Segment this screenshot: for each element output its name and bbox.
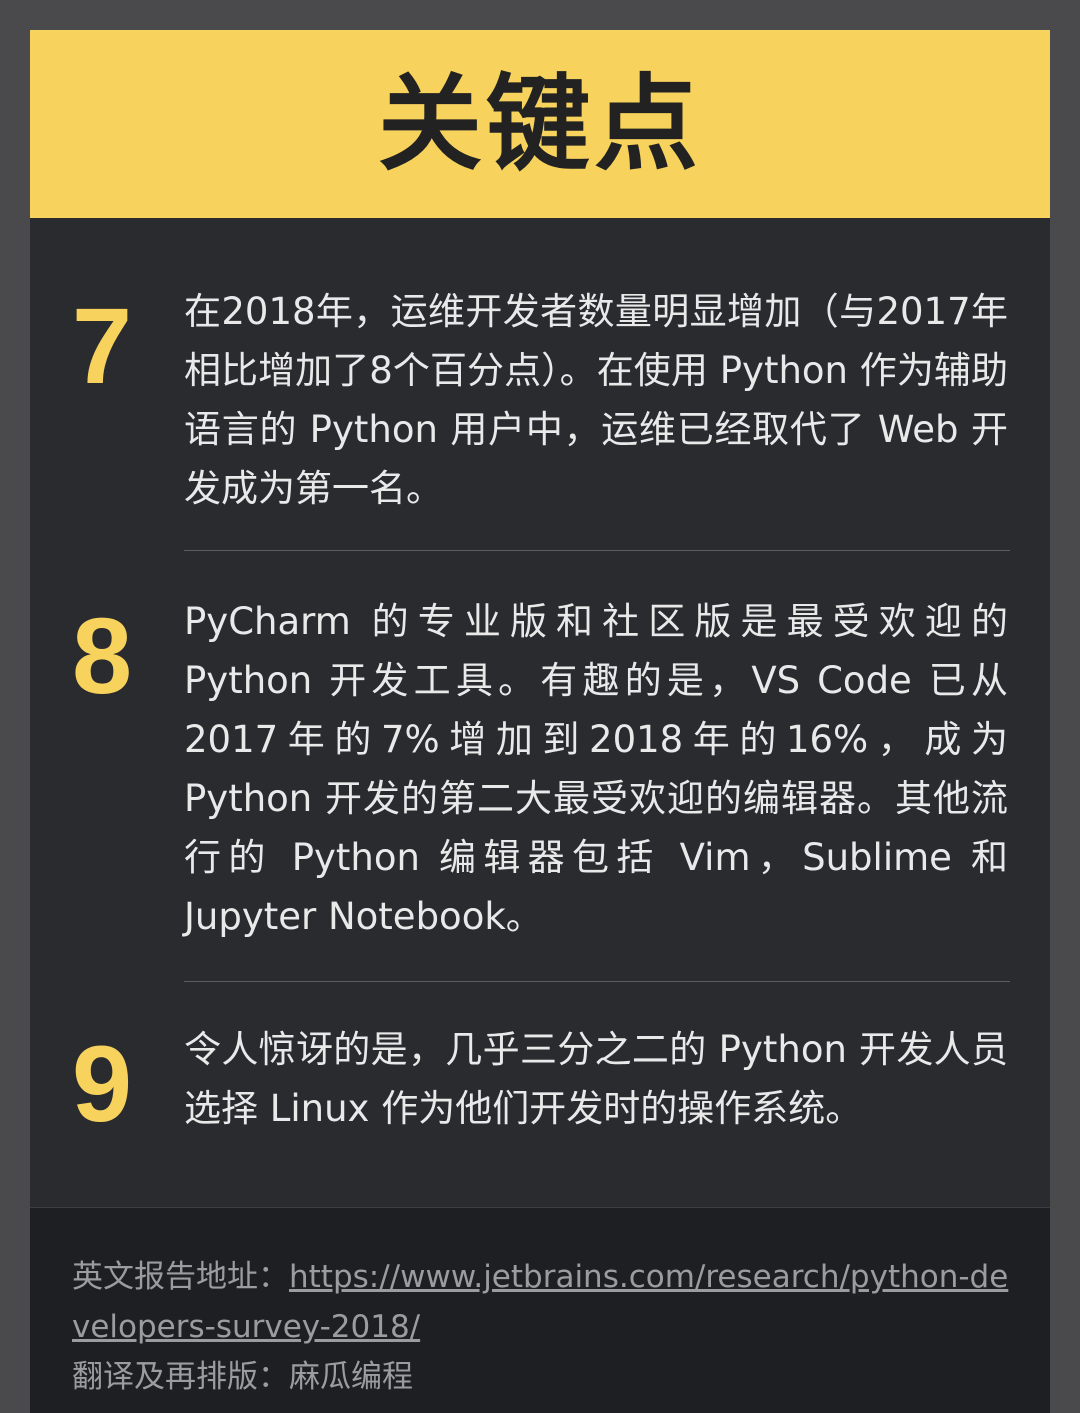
report-label: 英文报告地址：: [72, 1259, 289, 1295]
translation-credit: 翻译及再排版：麻瓜编程: [72, 1359, 413, 1395]
key-point-text: 令人惊讶的是，几乎三分之二的 Python 开发人员选择 Linux 作为他们开…: [184, 1028, 1008, 1130]
header-banner: 关键点: [30, 30, 1050, 218]
key-point-text: 在2018年，运维开发者数量明显增加（与2017年相比增加了8个百分点）。在使用…: [184, 290, 1008, 510]
divider: [184, 981, 1010, 982]
page-title: 关键点: [377, 63, 702, 185]
key-point-number: 9: [72, 1023, 133, 1144]
footer-info: 英文报告地址：https://www.jetbrains.com/researc…: [72, 1252, 1012, 1402]
key-point-number: 8: [72, 595, 133, 716]
key-points-card: 关键点 7 在2018年，运维开发者数量明显增加（与2017年相比增加了8个百分…: [30, 30, 1050, 1413]
key-point-number: 7: [72, 285, 133, 406]
key-point-text: PyCharm 的专业版和社区版是最受欢迎的 Python 开发工具。有趣的是，…: [184, 600, 1008, 938]
footer: 英文报告地址：https://www.jetbrains.com/researc…: [30, 1207, 1050, 1413]
divider: [184, 550, 1010, 551]
